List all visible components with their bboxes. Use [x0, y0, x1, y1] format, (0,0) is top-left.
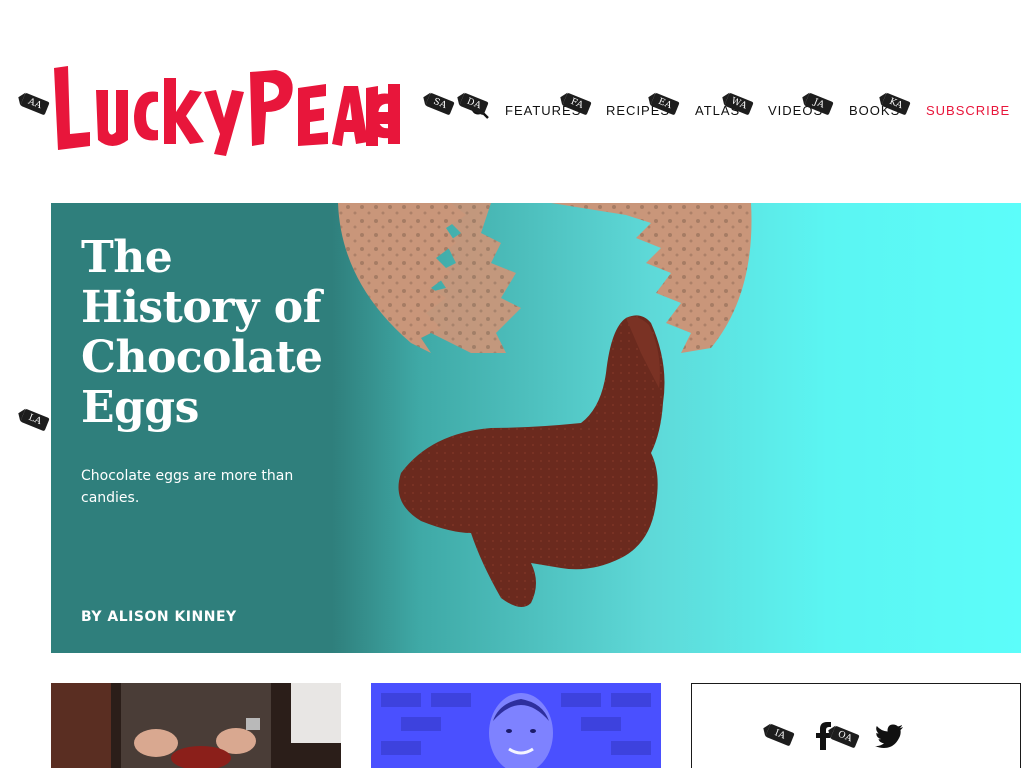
hero-dek: Chocolate eggs are more than candies.	[81, 468, 294, 506]
hero-byline[interactable]: BY ALISON KINNEY	[81, 609, 237, 625]
hint-tag-search: DA	[459, 92, 489, 116]
hint-tag-hero: LA	[20, 408, 50, 432]
story-card-1[interactable]	[51, 683, 341, 768]
hero-feature[interactable]: The History of Chocolate Eggs Chocolate …	[51, 203, 1021, 653]
story-card-2[interactable]	[371, 683, 661, 768]
hint-tag-sa: SA	[425, 92, 455, 116]
hint-tag-social-1: IA	[765, 723, 795, 747]
nav-subscribe[interactable]: SUBSCRIBE	[926, 103, 1010, 118]
social-follow-box: IA OA	[691, 683, 1021, 768]
story-card-1-image	[51, 683, 341, 768]
logo-graphic	[54, 66, 400, 156]
hero-title[interactable]: The History of Chocolate Eggs	[81, 233, 341, 433]
hint-tag-logo: AA	[20, 92, 50, 116]
hint-tag-social-2: OA	[830, 725, 860, 749]
site-logo[interactable]	[50, 60, 402, 162]
twitter-icon[interactable]	[875, 724, 903, 752]
story-card-2-image	[371, 683, 661, 768]
